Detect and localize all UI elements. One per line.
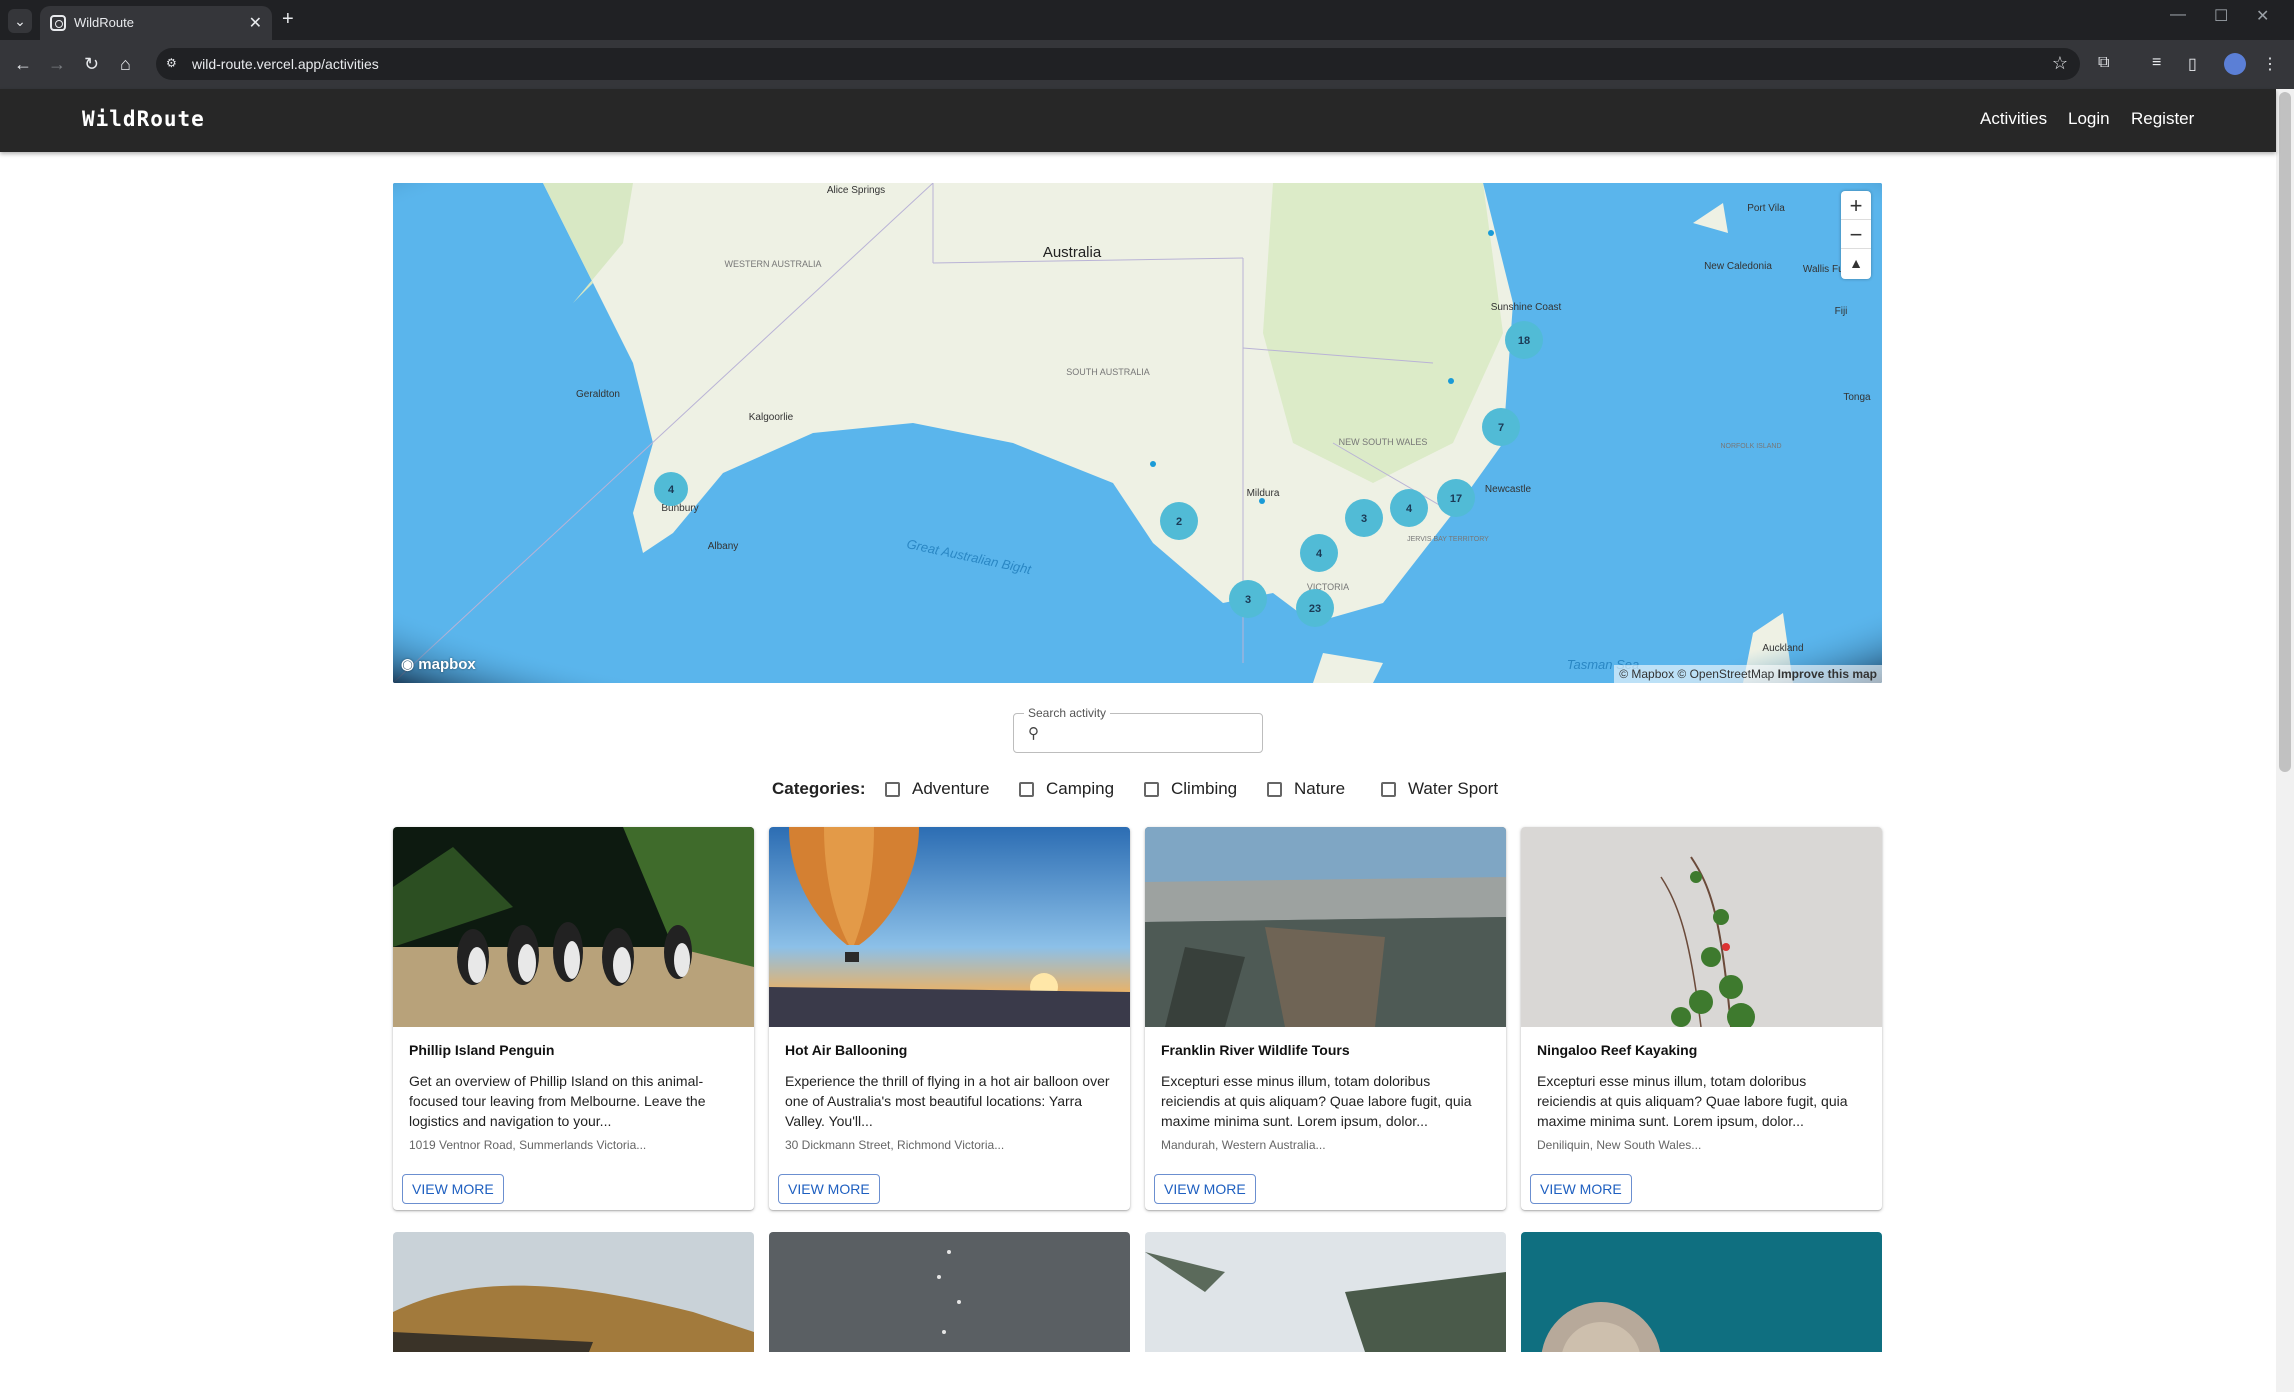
app-header: WildRoute Activities Login Register (0, 89, 2276, 152)
compass-button[interactable]: ▲ (1841, 249, 1871, 278)
activity-image-snow[interactable] (1145, 1232, 1506, 1352)
reload-icon[interactable]: ↻ (84, 53, 99, 75)
zoom-in-button[interactable]: + (1841, 191, 1871, 220)
activity-name: Franklin River Wildlife Tours (1161, 1042, 1350, 1058)
view-more-button[interactable]: VIEW MORE (1530, 1174, 1632, 1204)
activity-image-ocean[interactable] (1521, 1232, 1882, 1352)
forward-icon[interactable]: → (48, 53, 66, 75)
url-text: wild-route.vercel.app/activities (192, 56, 379, 72)
checkbox[interactable] (1144, 782, 1159, 797)
activity-image-balloon[interactable] (769, 827, 1130, 1027)
category-label: Nature (1294, 779, 1346, 798)
activity-name: Hot Air Ballooning (785, 1042, 908, 1058)
category-label: Camping (1046, 779, 1115, 798)
browser-toolbar: ← → ↻ ⌂ ⚙ wild-route.vercel.app/activiti… (0, 40, 2294, 89)
checkbox[interactable] (1381, 782, 1396, 797)
activity-address: 30 Dickmann Street, Richmond Victoria... (785, 1138, 1005, 1152)
view-more-button[interactable]: VIEW MORE (1154, 1174, 1256, 1204)
activity-address: Mandurah, Western Australia... (1161, 1138, 1326, 1152)
activity-card: Ningaloo Reef Kayaking Excepturi esse mi… (1521, 827, 1882, 1210)
tab-search-icon[interactable]: ⌄ (8, 9, 32, 33)
activity-image-cliff[interactable] (393, 1232, 754, 1352)
new-tab-icon[interactable]: + (282, 9, 294, 29)
address-bar[interactable]: ⚙ wild-route.vercel.app/activities ☆ (156, 48, 2080, 80)
activity-image-canyon[interactable] (1145, 827, 1506, 1027)
checkbox[interactable] (1019, 782, 1034, 797)
category-label: Adventure (912, 779, 990, 798)
activity-card: Franklin River Wildlife Tours Excepturi … (1145, 827, 1506, 1210)
attribution-text[interactable]: © Mapbox © OpenStreetMap (1619, 667, 1774, 681)
scrollbar-thumb[interactable] (2279, 92, 2291, 772)
activity-address: 1019 Ventnor Road, Summerlands Victoria.… (409, 1138, 647, 1152)
menu-icon[interactable]: ⋮ (2262, 54, 2278, 74)
activity-map[interactable]: Alice Springs WESTERN AUSTRALIA SOUTH AU… (393, 183, 1882, 683)
activity-description: Experience the thrill of flying in a hot… (785, 1073, 1110, 1129)
nav-activities[interactable]: Activities (1980, 109, 2047, 129)
media-icon[interactable]: ≡ (2152, 54, 2161, 72)
view-more-button[interactable]: VIEW MORE (402, 1174, 504, 1204)
tab-title: WildRoute (74, 15, 134, 30)
activity-card: Hot Air Ballooning Experience the thrill… (769, 827, 1130, 1210)
bookmark-star-icon[interactable]: ☆ (2052, 53, 2068, 74)
activity-description: Excepturi esse minus illum, totam dolori… (1161, 1073, 1472, 1129)
home-icon[interactable]: ⌂ (120, 53, 131, 75)
close-window-icon[interactable]: ✕ (2256, 6, 2269, 26)
activity-image-water-drops[interactable] (769, 1232, 1130, 1352)
activity-image-plant-wall[interactable] (1521, 827, 1882, 1027)
brand-logo[interactable]: WildRoute (82, 107, 205, 131)
map-attribution: © Mapbox © OpenStreetMap Improve this ma… (1614, 665, 1882, 683)
side-panel-icon[interactable]: ▯ (2188, 54, 2197, 74)
nav-login[interactable]: Login (2068, 109, 2110, 129)
mapbox-logo[interactable]: ◉ mapbox (401, 655, 476, 673)
tab-active[interactable]: WildRoute ✕ (40, 6, 272, 40)
favicon-icon (50, 15, 66, 31)
search-input[interactable] (1052, 722, 1252, 744)
checkbox[interactable] (1267, 782, 1282, 797)
improve-map-link[interactable]: Improve this map (1778, 667, 1877, 681)
back-icon[interactable]: ← (14, 53, 32, 75)
category-label: Climbing (1171, 779, 1238, 798)
extensions-icon[interactable]: ⧉ (2098, 54, 2109, 72)
browser-chrome: ⌄ WildRoute ✕ + — ☐ ✕ ← → ↻ ⌂ ⚙ wild-rou… (0, 0, 2294, 89)
map-canvas (393, 183, 1882, 683)
activity-description: Get an overview of Phillip Island on thi… (409, 1073, 706, 1129)
activity-name: Phillip Island Penguin (409, 1042, 555, 1058)
activity-card: Phillip Island Penguin Get an overview o… (393, 827, 754, 1210)
zoom-out-button[interactable]: − (1841, 220, 1871, 249)
tab-bar: ⌄ WildRoute ✕ + — ☐ ✕ (0, 0, 2294, 40)
category-label: Water Sport (1408, 779, 1499, 798)
search-field[interactable]: Search activity ⚲ (1013, 706, 1263, 753)
activity-description: Excepturi esse minus illum, totam dolori… (1537, 1073, 1848, 1129)
activity-image-penguins[interactable] (393, 827, 754, 1027)
map-nav-control: + − ▲ (1841, 191, 1871, 279)
nav-register[interactable]: Register (2131, 109, 2194, 129)
search-icon: ⚲ (1028, 725, 1039, 742)
view-more-button[interactable]: VIEW MORE (778, 1174, 880, 1204)
profile-avatar[interactable] (2224, 53, 2246, 75)
mapbox-logo-text: mapbox (418, 656, 476, 673)
close-tab-icon[interactable]: ✕ (249, 13, 262, 33)
search-label: Search activity (1024, 706, 1111, 720)
activity-name: Ningaloo Reef Kayaking (1537, 1042, 1698, 1058)
categories-heading: Categories: (772, 779, 866, 798)
activity-address: Deniliquin, New South Wales... (1537, 1138, 1702, 1152)
minimize-icon[interactable]: — (2170, 6, 2186, 24)
site-info-icon[interactable]: ⚙ (166, 56, 180, 70)
maximize-icon[interactable]: ☐ (2214, 6, 2228, 26)
checkbox[interactable] (885, 782, 900, 797)
